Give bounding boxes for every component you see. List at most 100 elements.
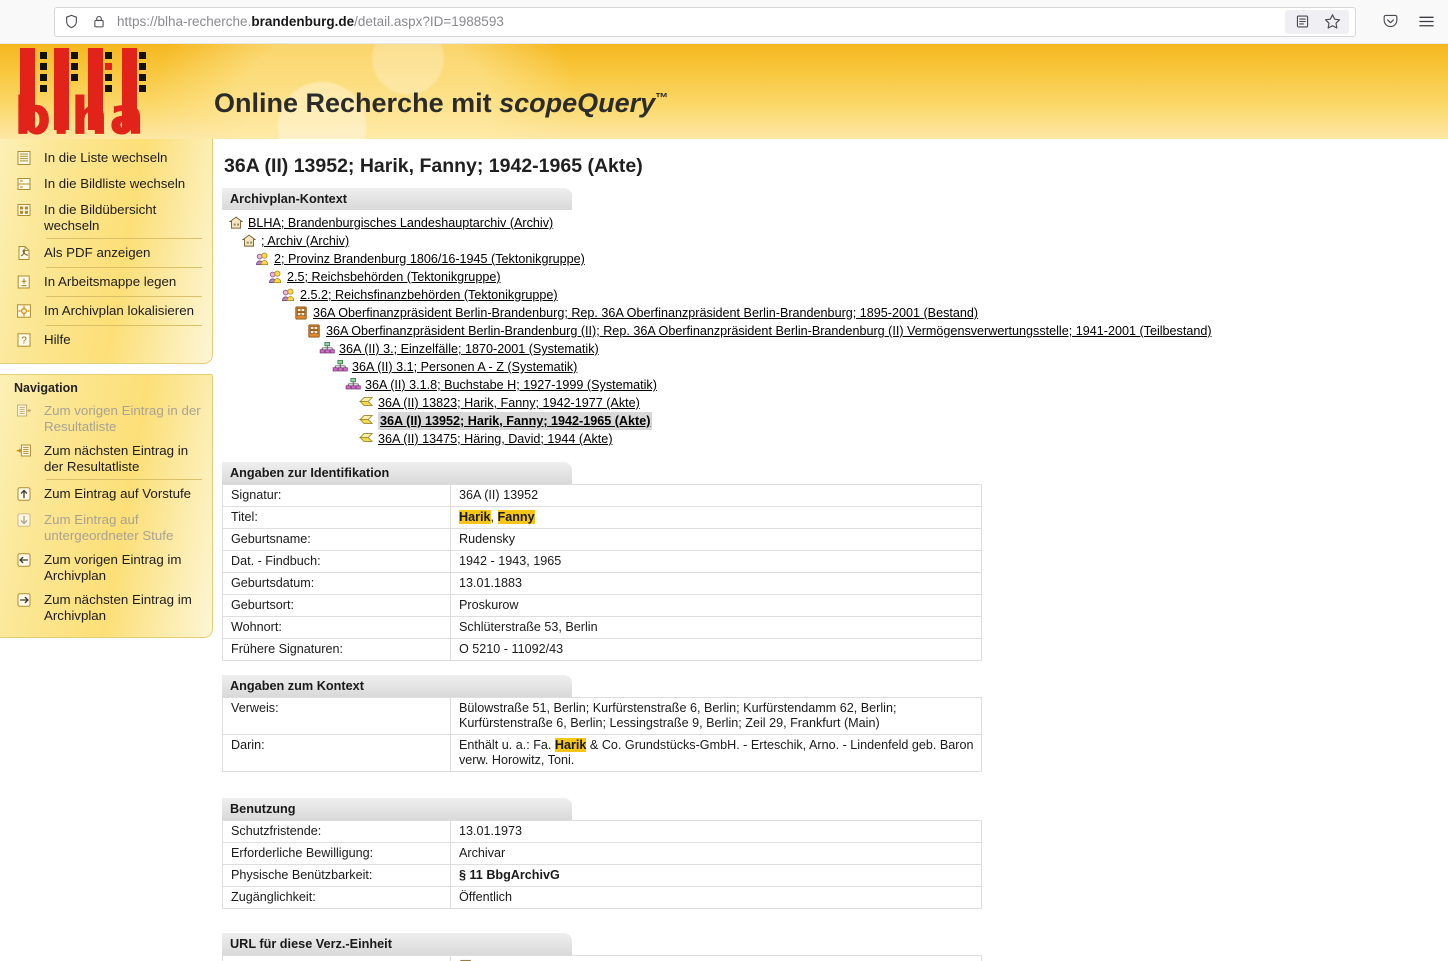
tree-node-link[interactable]: 36A (II) 3.; Einzelfälle; 1870-2001 (Sys… xyxy=(339,340,599,358)
sidebar-item-zum-nächsten-eintrag-in-der-resultatliste[interactable]: Zum nächsten Eintrag in der Resultatlist… xyxy=(0,438,212,478)
table-row: Verweis: Bülowstraße 51, Berlin; Kurfürs… xyxy=(222,697,982,735)
tree-node[interactable]: BLHA; Brandenburgisches Landeshauptarchi… xyxy=(226,214,1432,232)
sidebar-item-in-die-bildliste-wechseln[interactable]: In die Bildliste wechseln xyxy=(0,171,212,197)
tree-node[interactable]: 36A (II) 3.; Einzelfälle; 1870-2001 (Sys… xyxy=(226,340,1432,358)
table-row: Darin: Enthält u. a.: Fa. Harik & Co. Gr… xyxy=(222,734,982,772)
tree-node-link[interactable]: 36A (II) 3.1; Personen A - Z (Systematik… xyxy=(352,358,577,376)
table-row: Zugänglichkeit: Öffentlich xyxy=(222,886,982,909)
lock-icon[interactable] xyxy=(89,12,109,32)
sidebar-item-label: In die Bildübersicht wechseln xyxy=(44,202,157,233)
sidebar-item-label: In die Bildliste wechseln xyxy=(44,176,186,191)
tree-node-link[interactable]: 36A Oberfinanzpräsident Berlin-Brandenbu… xyxy=(326,322,1212,340)
tree-node[interactable]: ; Archiv (Archiv) xyxy=(226,232,1432,250)
page-title: Online Recherche mit scopeQuery™ xyxy=(214,88,668,119)
sidebar-item-im-archivplan-lokalisieren[interactable]: Im Archivplan lokalisieren xyxy=(0,298,212,324)
table-row: Physische Benützbarkeit: § 11 BbgArchivG xyxy=(222,864,982,887)
sidebar-item-label: Zum Eintrag auf Vorstufe xyxy=(44,486,192,501)
tree-node[interactable]: 36A Oberfinanzpräsident Berlin-Brandenbu… xyxy=(226,322,1432,340)
browser-chrome: https://blha-recherche.brandenburg.de/de… xyxy=(0,0,1448,44)
table-row: Geburtsort: Proskurow xyxy=(222,594,982,617)
sidebar-item-in-die-liste-wechseln[interactable]: In die Liste wechseln xyxy=(0,145,212,171)
field-key: Physische Benützbarkeit: xyxy=(222,864,451,887)
hamburger-menu-icon[interactable] xyxy=(1416,12,1436,32)
tree-node-link[interactable]: 36A (II) 13475; Häring, David; 1944 (Akt… xyxy=(378,430,613,448)
field-key: Dat. - Findbuch: xyxy=(222,550,451,573)
svg-text:?: ? xyxy=(21,335,27,346)
tree-node[interactable]: 36A (II) 3.1.8; Buchstabe H; 1927-1999 (… xyxy=(226,376,1432,394)
sidebar-item-zum-nächsten-eintrag-im-archivplan[interactable]: Zum nächsten Eintrag im Archivplan xyxy=(0,587,212,627)
tree-node-link[interactable]: 2.5; Reichsbehörden (Tektonikgruppe) xyxy=(287,268,501,286)
table-row: Erforderliche Bewilligung: Archivar xyxy=(222,842,982,865)
pocket-icon[interactable] xyxy=(1380,12,1400,32)
sidebar-divider xyxy=(46,267,202,268)
group-people-icon xyxy=(267,269,284,285)
address-bar[interactable]: https://blha-recherche.brandenburg.de/de… xyxy=(54,6,1356,37)
field-value[interactable]: http://blha-recherche.brandenburg.de/det… xyxy=(450,955,982,961)
usage-table: Schutzfristende: 13.01.1973 Erforderliche … xyxy=(222,820,982,909)
tree-node-link[interactable]: 36A (II) 13823; Harik, Fanny; 1942-1977 … xyxy=(378,394,640,412)
field-key: Signatur: xyxy=(222,484,451,507)
sidebar-item-in-die-bildübersicht-wechseln[interactable]: In die Bildübersicht wechseln xyxy=(0,197,212,237)
tree-node[interactable]: 2.5.2; Reichsfinanzbehörden (Tektonikgru… xyxy=(226,286,1432,304)
tree-node[interactable]: 36A (II) 13475; Häring, David; 1944 (Akt… xyxy=(226,430,1432,448)
field-key: URL: xyxy=(222,955,451,961)
sidebar-item-in-arbeitsmappe-legen[interactable]: In Arbeitsmappe legen xyxy=(0,269,212,295)
tree-node-link[interactable]: ; Archiv (Archiv) xyxy=(261,232,349,250)
sidebar-item-als-pdf-anzeigen[interactable]: Als PDF anzeigen xyxy=(0,240,212,266)
url-card: URL für diese Verz.-Einheit URL: http://… xyxy=(222,933,982,961)
group-people-icon xyxy=(280,287,297,303)
sidebar-item-zum-eintrag-auf-vorstufe[interactable]: Zum Eintrag auf Vorstufe xyxy=(0,481,212,507)
shield-icon[interactable] xyxy=(61,12,81,32)
tree-node[interactable]: 36A (II) 13823; Harik, Fanny; 1942-1977 … xyxy=(226,394,1432,412)
sidebar-item-zum-vorigen-eintrag-im-archivplan[interactable]: Zum vorigen Eintrag im Archivplan xyxy=(0,547,212,587)
blha-logo[interactable]: blha xyxy=(8,44,208,139)
sidebar-navigation-panel: Navigation Zum vorigen Eintrag in der Re… xyxy=(0,374,213,638)
tree-node[interactable]: 36A (II) 3.1; Personen A - Z (Systematik… xyxy=(226,358,1432,376)
tree-node[interactable]: 36A Oberfinanzpräsident Berlin-Brandenbu… xyxy=(226,304,1432,322)
field-key: Frühere Signaturen: xyxy=(222,638,451,661)
image-grid-icon xyxy=(14,201,34,219)
cabinet-bestand-icon xyxy=(306,323,323,339)
url-text: https://blha-recherche.brandenburg.de/de… xyxy=(117,14,504,29)
tree-node-link[interactable]: 36A Oberfinanzpräsident Berlin-Brandenbu… xyxy=(313,304,978,322)
table-row: Geburtsname: Rudensky xyxy=(222,528,982,551)
sidebar-item-label: Zum Eintrag auf untergeordneter Stufe xyxy=(44,512,174,543)
tree-node-link[interactable]: 2.5.2; Reichsfinanzbehörden (Tektonikgru… xyxy=(300,286,558,304)
field-value: Öffentlich xyxy=(450,886,982,909)
field-key: Darin: xyxy=(222,734,451,772)
title-plain: Online Recherche mit xyxy=(214,88,500,118)
field-value: Harik, Fanny xyxy=(450,506,982,529)
logo-wordmark: blha xyxy=(14,87,146,139)
sidebar-divider xyxy=(46,325,202,326)
field-value: Enthält u. a.: Fa. Harik & Co. Grundstüc… xyxy=(450,734,982,772)
locate-target-icon xyxy=(14,302,34,320)
field-key: Schutzfristende: xyxy=(222,820,451,843)
field-key: Erforderliche Bewilligung: xyxy=(222,842,451,865)
tree-node-link[interactable]: 36A (II) 3.1.8; Buchstabe H; 1927-1999 (… xyxy=(365,376,657,394)
reader-view-icon[interactable] xyxy=(1292,12,1312,32)
help-question-icon: ? xyxy=(14,331,34,349)
usage-card: Benutzung Schutzfristende: 13.01.1973 Erfo… xyxy=(222,798,982,909)
home-archive-icon xyxy=(228,215,245,231)
bookmark-star-icon[interactable] xyxy=(1322,12,1342,32)
tree-node[interactable]: 2.5; Reichsbehörden (Tektonikgruppe) xyxy=(226,268,1432,286)
sidebar-divider xyxy=(46,238,202,239)
context-card: Angaben zum Kontext Verweis: Bülowstraße… xyxy=(222,675,982,772)
table-row: Wohnort: Schlüterstraße 53, Berlin xyxy=(222,616,982,639)
sidebar: In die Liste wechseln In die Bildliste we… xyxy=(0,139,213,638)
tree-node-current[interactable]: 36A (II) 13952; Harik, Fanny; 1942-1965 … xyxy=(226,412,1432,430)
tree-node-link[interactable]: BLHA; Brandenburgisches Landeshauptarchi… xyxy=(248,214,553,232)
tree-node-link[interactable]: 2; Provinz Brandenburg 1806/16-1945 (Tek… xyxy=(274,250,585,268)
sidebar-item-label: In Arbeitsmappe legen xyxy=(44,274,177,289)
sidebar-item-label: Zum vorigen Eintrag in der Resultatliste xyxy=(44,403,201,434)
sidebar-item-hilfe[interactable]: ? Hilfe xyxy=(0,327,212,353)
sidebar-item-label: Zum nächsten Eintrag im Archivplan xyxy=(44,592,192,623)
url-heading: URL für diese Verz.-Einheit xyxy=(222,933,572,955)
tree-node[interactable]: 2; Provinz Brandenburg 1806/16-1945 (Tek… xyxy=(226,250,1432,268)
sidebar-item-label: Zum nächsten Eintrag in der Resultatlist… xyxy=(44,443,189,474)
sidebar-item-zum-vorigen-eintrag-in-der-resultatliste: Zum vorigen Eintrag in der Resultatliste xyxy=(0,398,212,438)
tree-node-link[interactable]: 36A (II) 13952; Harik, Fanny; 1942-1965 … xyxy=(378,412,653,430)
title-italic: scopeQuery xyxy=(499,88,656,118)
field-value: Schlüterstraße 53, Berlin xyxy=(450,616,982,639)
field-key: Geburtsdatum: xyxy=(222,572,451,595)
